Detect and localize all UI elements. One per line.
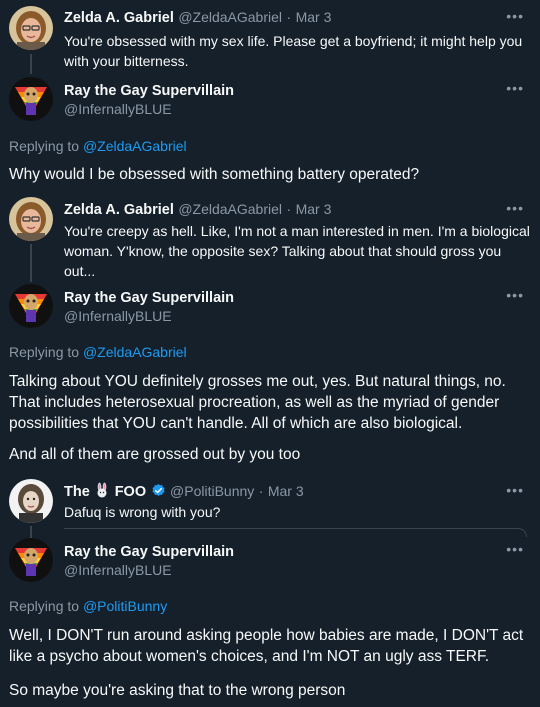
tweet1-header: Zelda A. Gabriel @ZeldaAGabriel · Mar 3 [64, 9, 331, 27]
separator-dot: · [286, 201, 292, 217]
avatar-zelda[interactable] [9, 197, 53, 241]
verified-badge-icon [151, 483, 166, 498]
author-handle[interactable]: @ZeldaAGabriel [178, 201, 282, 217]
author-handle[interactable]: @InfernallyBLUE [64, 101, 172, 117]
replying-to: Replying to @ZeldaAGabriel [9, 138, 187, 154]
separator-dot: · [258, 483, 264, 499]
bunny-emoji-icon [94, 482, 110, 503]
author-name[interactable]: Ray the Gay Supervillain [64, 83, 234, 99]
tweet-date[interactable]: Mar 3 [296, 201, 332, 217]
separator-dot: · [286, 9, 292, 25]
author-name[interactable]: Ray the Gay Supervillain [64, 290, 234, 306]
tweet3-header: The FOO @PolitiBunny · Mar 3 [64, 482, 304, 503]
reply1-header: Ray the Gay Supervillain [64, 82, 234, 100]
more-icon[interactable]: ••• [506, 80, 524, 96]
author-handle[interactable]: @InfernallyBLUE [64, 562, 172, 578]
reply-text-p2: So maybe you're asking that to the wrong… [9, 682, 346, 699]
reply-text: Why would I be obsessed with something b… [9, 166, 420, 183]
mention-link[interactable]: @ZeldaAGabriel [83, 344, 187, 360]
thread-line [30, 54, 32, 74]
avatar-ray[interactable] [9, 77, 53, 121]
avatar-politibunny[interactable] [9, 479, 53, 523]
tweet-date[interactable]: Mar 3 [296, 9, 332, 25]
tweet2-header: Zelda A. Gabriel @ZeldaAGabriel · Mar 3 [64, 201, 331, 219]
author-handle[interactable]: @ZeldaAGabriel [178, 9, 282, 25]
author-name[interactable]: Ray the Gay Supervillain [64, 544, 234, 560]
thread-line [30, 526, 32, 538]
reply-text: Well, I DON'T run around asking people h… [9, 627, 524, 665]
tweet-date[interactable]: Mar 3 [268, 483, 304, 499]
avatar-zelda[interactable] [9, 6, 53, 50]
author-name[interactable]: Zelda A. Gabriel [64, 10, 174, 26]
more-icon[interactable]: ••• [506, 287, 524, 303]
thread-line [30, 244, 32, 282]
replying-to: Replying to @PolitiBunny [9, 598, 167, 614]
avatar-ray[interactable] [9, 538, 53, 582]
mention-link[interactable]: @ZeldaAGabriel [83, 138, 187, 154]
author-name[interactable]: Zelda A. Gabriel [64, 202, 174, 218]
reply-text: Talking about YOU definitely grosses me … [9, 373, 506, 432]
replying-prefix: Replying to [9, 138, 80, 154]
quote-card-edge [64, 528, 527, 537]
tweet-text: You're obsessed with my sex life. Please… [64, 33, 523, 69]
author-name-part1[interactable]: The [64, 484, 90, 500]
avatar-ray[interactable] [9, 284, 53, 328]
more-icon[interactable]: ••• [506, 482, 524, 498]
author-handle[interactable]: @InfernallyBLUE [64, 308, 172, 324]
more-icon[interactable]: ••• [506, 200, 524, 216]
replying-to: Replying to @ZeldaAGabriel [9, 344, 187, 360]
replying-prefix: Replying to [9, 598, 80, 614]
reply3-header: Ray the Gay Supervillain [64, 543, 234, 561]
replying-prefix: Replying to [9, 344, 80, 360]
tweet-text: You're creepy as hell. Like, I'm not a m… [64, 223, 530, 279]
more-icon[interactable]: ••• [506, 8, 524, 24]
tweet-text: Dafuq is wrong with you? [64, 504, 221, 520]
author-handle[interactable]: @PolitiBunny [170, 483, 254, 499]
reply-text-p2: And all of them are grossed out by you t… [9, 446, 301, 463]
mention-link[interactable]: @PolitiBunny [83, 598, 167, 614]
more-icon[interactable]: ••• [506, 541, 524, 557]
author-name-part2[interactable]: FOO [115, 484, 146, 500]
reply2-header: Ray the Gay Supervillain [64, 289, 234, 307]
